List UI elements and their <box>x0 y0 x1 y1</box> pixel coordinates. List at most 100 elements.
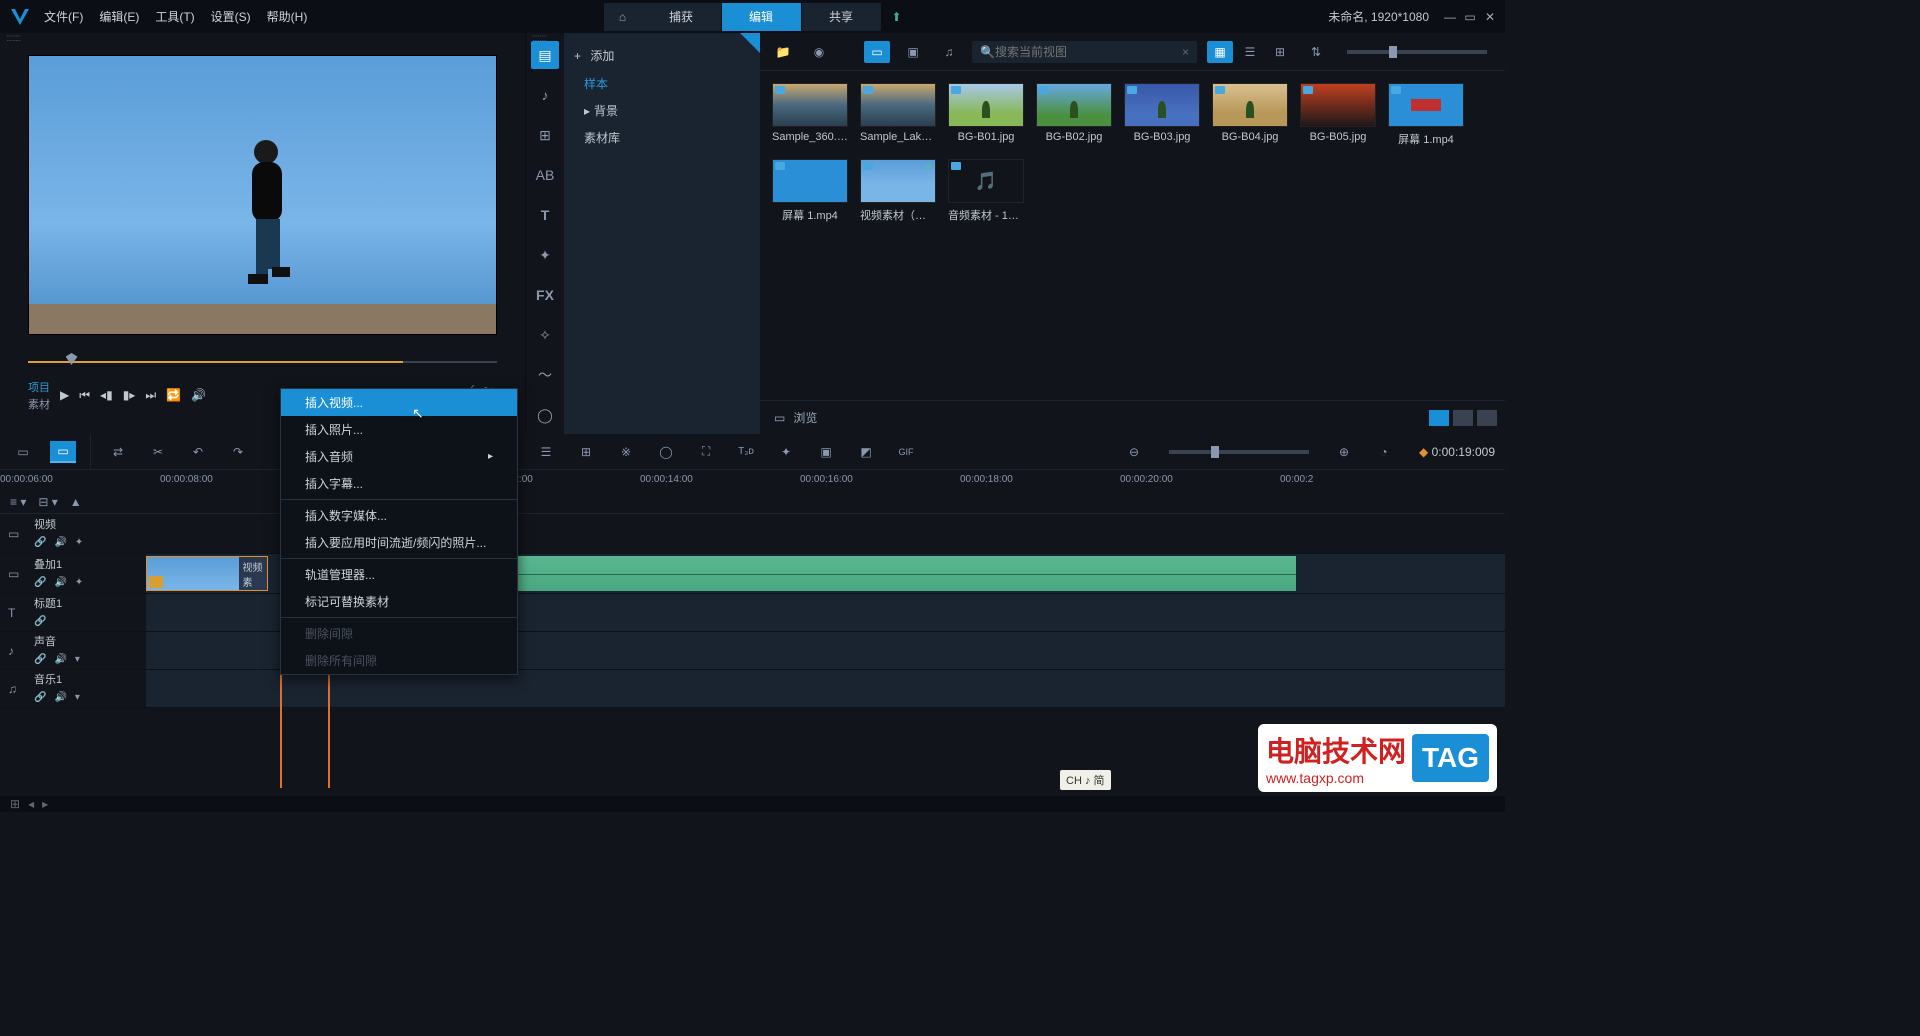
mute-icon[interactable]: 🔊 <box>54 692 66 703</box>
timeline-mode-icon[interactable]: ▭ <box>50 441 76 463</box>
path-tab-icon[interactable]: 〜 <box>531 361 559 389</box>
context-menu-item[interactable]: 插入数字媒体... <box>281 502 517 529</box>
tree-library[interactable]: 素材库 <box>564 124 760 151</box>
library-item[interactable]: 屏幕 1.mp4 <box>772 159 848 223</box>
text-tab-icon[interactable]: T <box>531 201 559 229</box>
library-item[interactable]: 屏幕 1.mp4 <box>1388 83 1464 147</box>
upload-icon[interactable]: ⬆ <box>891 10 901 24</box>
library-search[interactable]: 🔍 × <box>972 41 1197 63</box>
library-item[interactable]: Sample_360.m... <box>772 83 848 147</box>
context-menu-item[interactable]: 插入照片... <box>281 416 517 443</box>
filter-image-icon[interactable]: ▣ <box>900 41 926 63</box>
mute-icon[interactable]: 🔊 <box>54 537 66 548</box>
view-list-icon[interactable]: ☰ <box>1237 41 1263 63</box>
panel-grip[interactable]: :::::::: <box>0 33 525 45</box>
library-item[interactable]: BG-B04.jpg <box>1212 83 1288 147</box>
opt-1[interactable]: ≡ ▾ <box>10 495 26 509</box>
browse-bar[interactable]: ▭ 浏览 <box>760 400 1505 434</box>
tree-sample[interactable]: 样本 <box>564 70 760 97</box>
mode-project-label[interactable]: 项目 <box>28 379 50 395</box>
library-item[interactable]: ✔视频素材（总）... <box>860 159 936 223</box>
context-menu-item[interactable]: 插入要应用时间流逝/频闪的照片... <box>281 529 517 556</box>
tool-t3d-icon[interactable]: T₃ᴅ <box>733 441 759 463</box>
menu-edit[interactable]: 编辑(E) <box>99 8 139 25</box>
view-thumb-icon[interactable]: ⊞ <box>1267 41 1293 63</box>
scrubber-handle[interactable] <box>66 353 78 365</box>
titles-tab-icon[interactable]: AB <box>531 161 559 189</box>
panel-grip[interactable]: :::::::: <box>526 33 546 45</box>
volume-button[interactable]: 🔊 <box>191 388 206 403</box>
context-menu-item[interactable]: 标记可替换素材 <box>281 588 517 615</box>
video-preview[interactable] <box>28 55 497 335</box>
tool-4-icon[interactable]: ⊞ <box>573 441 599 463</box>
minimize-button[interactable]: — <box>1443 10 1457 24</box>
search-input[interactable] <box>995 45 1182 59</box>
loop-button[interactable]: 🔁 <box>166 388 181 403</box>
transitions-tab-icon[interactable]: ⊞ <box>531 121 559 149</box>
library-item[interactable]: BG-B02.jpg <box>1036 83 1112 147</box>
panel-mode-icons[interactable] <box>1429 410 1497 426</box>
storyboard-mode-icon[interactable]: ▭ <box>10 441 36 463</box>
tool-5-icon[interactable]: ※ <box>613 441 639 463</box>
mute-icon[interactable]: 🔊 <box>54 577 66 588</box>
filter-audio-icon[interactable]: ♫ <box>936 41 962 63</box>
menu-help[interactable]: 帮助(H) <box>267 8 308 25</box>
fx-tab-icon[interactable]: FX <box>531 281 559 309</box>
fx-icon[interactable]: ✦ <box>75 577 83 588</box>
library-item[interactable]: BG-B03.jpg <box>1124 83 1200 147</box>
tool-gif-icon[interactable]: GIF <box>893 441 919 463</box>
scroll-left-icon[interactable]: ◂ <box>28 797 34 811</box>
maximize-button[interactable]: ▭ <box>1463 10 1477 24</box>
sort-icon[interactable]: ⇅ <box>1303 41 1329 63</box>
fit-icon[interactable]: ◔ <box>1371 441 1397 463</box>
undo-icon[interactable]: ↶ <box>185 441 211 463</box>
tool-6-icon[interactable]: ◯ <box>653 441 679 463</box>
audio-waveform[interactable] <box>516 556 1296 591</box>
import-folder-icon[interactable]: 📁 <box>770 41 796 63</box>
add-media-button[interactable]: + 添加 <box>564 41 760 70</box>
menu-file[interactable]: 文件(F) <box>44 8 83 25</box>
library-item[interactable]: BG-B01.jpg <box>948 83 1024 147</box>
tab-share[interactable]: 共享 <box>801 3 881 31</box>
motion-tab-icon[interactable]: ✧ <box>531 321 559 349</box>
filter-video-icon[interactable]: ▭ <box>864 41 890 63</box>
expand-icon[interactable]: ▾ <box>75 692 80 703</box>
prev-frame-button[interactable]: ◂▮ <box>100 388 113 403</box>
menu-settings[interactable]: 设置(S) <box>211 8 251 25</box>
tree-background[interactable]: ▸背景 <box>564 97 760 124</box>
tab-edit[interactable]: 编辑 <box>721 3 801 31</box>
context-menu-item[interactable]: 插入字幕... <box>281 470 517 497</box>
expand-icon[interactable]: ▾ <box>75 654 80 665</box>
tool-7-icon[interactable]: ⛶ <box>693 441 719 463</box>
library-item[interactable]: BG-B05.jpg <box>1300 83 1376 147</box>
mute-icon[interactable]: 🔊 <box>54 654 66 665</box>
add-track-button[interactable]: ▲ <box>70 495 82 509</box>
timeline-zoom-slider[interactable] <box>1169 450 1309 454</box>
graphics-tab-icon[interactable]: ✦ <box>531 241 559 269</box>
library-item[interactable]: 音频素材 - 196... <box>948 159 1024 223</box>
home-button[interactable]: ⌂ <box>603 3 641 31</box>
goto-end-button[interactable]: ⏭ <box>145 388 156 403</box>
link-icon[interactable]: 🔗 <box>34 577 46 588</box>
audio-tab-icon[interactable]: ♪ <box>531 81 559 109</box>
next-frame-button[interactable]: ▮▸ <box>123 388 136 403</box>
tracking-tab-icon[interactable]: ◯ <box>531 401 559 429</box>
media-tab-icon[interactable]: ▤ <box>531 41 559 69</box>
capture-icon[interactable]: ◉ <box>806 41 832 63</box>
timeline-ruler[interactable]: 00:00:06:0000:00:08:0000:00:10:0000:00:1… <box>0 470 1505 490</box>
mode-clip-label[interactable]: 素材 <box>28 396 50 412</box>
fx-icon[interactable]: ✦ <box>75 537 83 548</box>
redo-icon[interactable]: ↷ <box>225 441 251 463</box>
link-icon[interactable]: 🔗 <box>34 692 46 703</box>
tool-3-icon[interactable]: ☰ <box>533 441 559 463</box>
view-grid-icon[interactable]: ▦ <box>1207 41 1233 63</box>
play-button[interactable]: ▶ <box>60 388 69 403</box>
tool-10-icon[interactable]: ◩ <box>853 441 879 463</box>
opt-2[interactable]: ⊟ ▾ <box>38 495 57 509</box>
cut-icon[interactable]: ✂ <box>145 441 171 463</box>
thumb-size-slider[interactable] <box>1347 50 1487 54</box>
menu-tools[interactable]: 工具(T) <box>155 8 194 25</box>
preview-scrubber[interactable] <box>28 353 497 371</box>
zoom-in-icon[interactable]: ⊕ <box>1331 441 1357 463</box>
zoom-out-icon[interactable]: ⊖ <box>1121 441 1147 463</box>
